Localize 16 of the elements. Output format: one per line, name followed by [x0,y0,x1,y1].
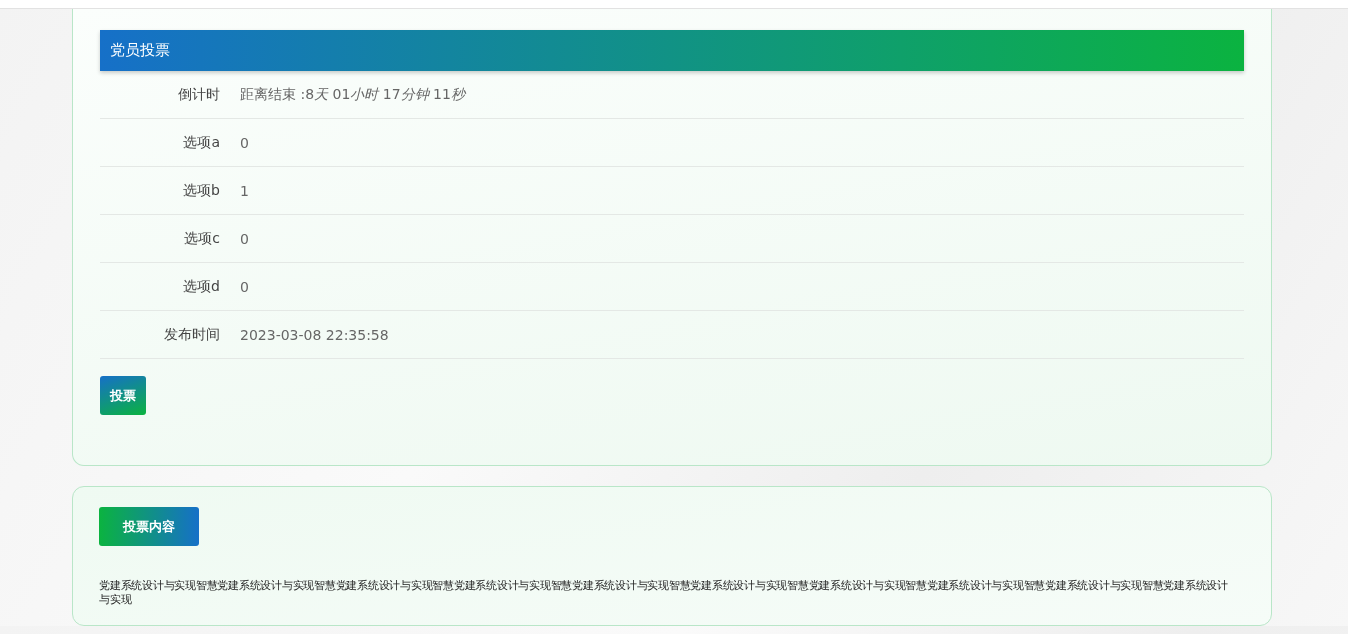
field-label: 选项c [183,229,221,248]
field-value: 0 [240,134,249,151]
field-value: 距离结束 :8天 01小时 17分钟 11秒 [240,85,465,104]
field-label: 选项d [182,277,221,296]
field-label: 倒计时 [177,85,221,104]
vote-content-text: 党建系统设计与实现智慧党建系统设计与实现智慧党建系统设计与实现智慧党建系统设计与实现智慧党建系统设计与实现智慧党建系统设计与实现智慧党建系统设计与实现智慧党建系统设计与实现智慧党建系统设计与实现智慧党建系统设计与实现 [99,579,1229,607]
field-label: 发布时间 [163,325,221,344]
field-value: 0 [240,278,249,295]
field-value: 0 [240,230,249,247]
field-value: 1 [240,182,249,199]
panel-title: 党员投票 [110,41,170,60]
field-label: 选项a [182,133,221,152]
vote-button[interactable]: 投票 [100,376,146,415]
field-value: 2023-03-08 22:35:58 [240,326,389,343]
field-label: 选项b [182,181,221,200]
section-heading: 投票内容 [99,507,199,546]
